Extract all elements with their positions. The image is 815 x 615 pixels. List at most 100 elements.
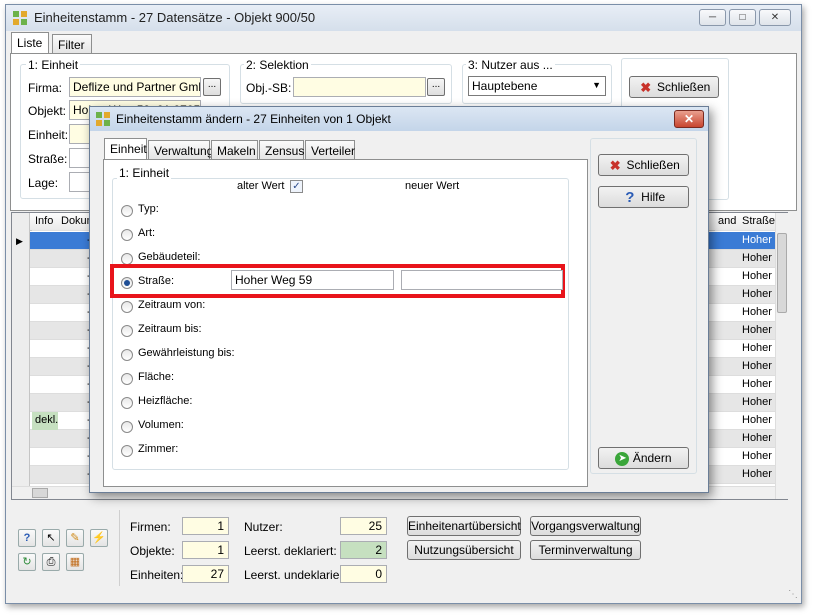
- radio-field-option[interactable]: [121, 421, 133, 433]
- field-option-label: Heizfläche:: [138, 395, 193, 407]
- grid-vscroll-thumb[interactable]: [777, 233, 787, 313]
- arrow-right-icon: ➤: [615, 451, 630, 466]
- export-icon[interactable]: ▦: [66, 553, 84, 571]
- minimize-button[interactable]: ─: [699, 9, 726, 26]
- help-icon[interactable]: ?: [18, 529, 36, 547]
- grid-vscrollbar[interactable]: [775, 213, 788, 499]
- nutzung-button[interactable]: Nutzungsübersicht: [407, 540, 521, 560]
- firma-field[interactable]: Deflize und Partner GmbH: [69, 77, 201, 97]
- dialog-help-button[interactable]: ? Hilfe: [598, 186, 689, 208]
- termin-button[interactable]: Terminverwaltung: [530, 540, 641, 560]
- close-main-button[interactable]: ✖ Schließen: [629, 76, 719, 98]
- radio-field-option[interactable]: [121, 325, 133, 337]
- edit-icon[interactable]: ✎: [66, 529, 84, 547]
- cell-info: [32, 430, 58, 448]
- cell-strasse: Hoher W: [742, 450, 775, 462]
- radio-field-option[interactable]: [121, 397, 133, 409]
- dtab-zensus[interactable]: Zensus: [259, 140, 304, 160]
- cell-strasse: Hoher W: [742, 288, 775, 300]
- cursor-icon[interactable]: ↖: [42, 529, 60, 547]
- row-selector-column: [12, 213, 30, 499]
- neuer-wert-label: neuer Wert: [405, 180, 460, 192]
- selektion-group-legend: 2: Selektion: [244, 58, 311, 72]
- radio-field-option[interactable]: [121, 301, 133, 313]
- dialog-change-button[interactable]: ➤ Ändern: [598, 447, 689, 469]
- maximize-button[interactable]: □: [729, 9, 756, 26]
- einheiten-label: Einheiten:: [130, 568, 184, 582]
- radio-field-option[interactable]: [121, 229, 133, 241]
- chevron-down-icon: ▼: [592, 80, 601, 90]
- objsb-browse-button[interactable]: ...: [427, 78, 445, 96]
- refresh-icon[interactable]: ↻: [18, 553, 36, 571]
- radio-field-option[interactable]: [121, 445, 133, 457]
- einheitenart-button[interactable]: Einheitenartübersicht: [407, 516, 521, 536]
- cell-strasse: Hoher W: [742, 270, 775, 282]
- tab-filter[interactable]: Filter: [52, 34, 92, 54]
- strasse-new-value-input[interactable]: [401, 270, 563, 290]
- radio-field-option[interactable]: [121, 205, 133, 217]
- header-info[interactable]: Info: [32, 213, 58, 231]
- dialog-close-button[interactable]: ✖ Schließen: [598, 154, 689, 176]
- tab-liste[interactable]: Liste: [11, 32, 49, 54]
- dialog-app-icon: [95, 111, 111, 127]
- cell-info: [32, 358, 58, 376]
- einheiten-value: 27: [182, 565, 229, 583]
- cell-info: [32, 286, 58, 304]
- field-option-label: Gebäudeteil:: [138, 251, 201, 263]
- leerst-undekl-label: Leerst. undeklariert:: [244, 568, 351, 582]
- firmen-label: Firmen:: [130, 520, 171, 534]
- current-row-icon: ▶: [16, 236, 23, 246]
- edit-dialog: Einheitenstamm ändern - 27 Einheiten von…: [89, 106, 709, 493]
- close-window-button[interactable]: ✕: [759, 9, 791, 26]
- radio-field-option[interactable]: [121, 373, 133, 385]
- objekte-value: 1: [182, 541, 229, 559]
- field-option-label: Zeitraum von:: [138, 299, 206, 311]
- radio-field-option[interactable]: [121, 349, 133, 361]
- cell-info: [32, 304, 58, 322]
- alter-wert-label: alter Wert: [237, 180, 285, 192]
- nutzer-select[interactable]: Hauptebene ▼: [468, 76, 606, 96]
- print-icon[interactable]: ⎙: [42, 553, 60, 571]
- dtab-verwaltung[interactable]: Verwaltung: [148, 140, 213, 160]
- field-option-label: Zeitraum bis:: [138, 323, 202, 335]
- field-option-label: Gewährleistung bis:: [138, 347, 235, 359]
- grid-hscroll-thumb[interactable]: [32, 488, 48, 498]
- cell-info: [32, 448, 58, 466]
- einheit-label: Einheit:: [28, 128, 69, 142]
- cell-info: [32, 322, 58, 340]
- cell-info: [32, 250, 58, 268]
- cell-strasse: Hoher W: [742, 306, 775, 318]
- cell-strasse: Hoher W: [742, 342, 775, 354]
- app-icon: [12, 10, 28, 26]
- lightning-icon[interactable]: ⚡: [90, 529, 108, 547]
- objsb-field[interactable]: [293, 77, 426, 97]
- cell-strasse: Hoher W: [742, 360, 775, 372]
- alter-wert-checkbox[interactable]: ✓: [290, 180, 303, 193]
- dialog-title-bar: Einheitenstamm ändern - 27 Einheiten von…: [90, 107, 708, 131]
- close-icon: ✖: [609, 157, 621, 173]
- cell-strasse: Hoher W: [742, 414, 775, 426]
- toolbar: ? ↖ ✎ ⚡ ↻ ⎙ ▦: [16, 517, 116, 577]
- cell-info: [32, 376, 58, 394]
- close-main-label: Schließen: [656, 80, 711, 94]
- nutzer-select-value: Hauptebene: [472, 79, 538, 93]
- cell-strasse: Hoher W: [742, 252, 775, 264]
- firma-browse-button[interactable]: ...: [203, 78, 221, 96]
- dtab-verteiler[interactable]: Verteiler: [305, 140, 355, 160]
- leerst-undekl-value: 0: [340, 565, 387, 583]
- dtab-einheit[interactable]: Einheit: [104, 138, 147, 160]
- dialog-change-label: Ändern: [632, 451, 672, 465]
- field-option-label: Volumen:: [138, 419, 184, 431]
- nutzer-group-legend: 3: Nutzer aus ...: [466, 58, 555, 72]
- cell-info: dekl.: [32, 412, 58, 430]
- resize-grip-icon[interactable]: ⋱: [788, 589, 798, 600]
- header-strasse[interactable]: Straße: [739, 213, 779, 231]
- vorgang-button[interactable]: Vorgangsverwaltung: [530, 516, 641, 536]
- firmen-value: 1: [182, 517, 229, 535]
- help-icon: ?: [625, 188, 635, 206]
- header-stand[interactable]: and: [715, 213, 739, 231]
- dtab-makeln[interactable]: Makeln: [211, 140, 258, 160]
- cell-strasse: Hoher W: [742, 396, 775, 408]
- field-option-label: Zimmer:: [138, 443, 179, 455]
- dialog-close-x-button[interactable]: ✕: [674, 110, 704, 128]
